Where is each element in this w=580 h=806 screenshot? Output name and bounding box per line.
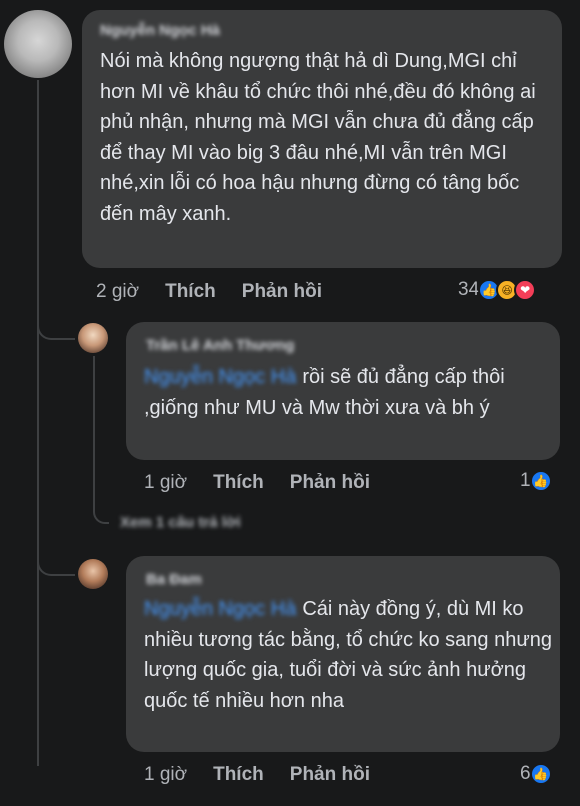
reply-text: Nguyễn Ngọc Hà rồi sẽ đủ đẳng cấp thôi ,g…: [144, 362, 554, 423]
reply-actions: 1 giờ Thích Phản hồi: [144, 764, 396, 786]
like-button[interactable]: Thích: [213, 472, 264, 493]
like-icon: 👍: [529, 763, 552, 785]
reaction-summary[interactable]: 1 👍: [520, 470, 552, 492]
mention-link[interactable]: Nguyễn Ngọc Hà: [144, 366, 296, 388]
avatar[interactable]: [78, 323, 108, 353]
avatar[interactable]: [78, 559, 108, 589]
thread-branch: [37, 540, 75, 576]
reply-button[interactable]: Phản hồi: [290, 472, 370, 493]
reply-time[interactable]: 1 giờ: [144, 764, 187, 785]
reaction-count: 6: [520, 763, 531, 784]
reply-actions: 1 giờ Thích Phản hồi: [144, 472, 396, 494]
like-icon: 👍: [529, 470, 552, 492]
reply-author[interactable]: Ba Đam: [146, 571, 202, 588]
thread-line: [37, 80, 39, 766]
mention-link[interactable]: Nguyễn Ngọc Hà: [144, 598, 296, 620]
reply-time[interactable]: 1 giờ: [144, 472, 187, 493]
view-more-replies[interactable]: Xem 1 câu trả lời: [120, 514, 241, 531]
comment-text: Nói mà không ngượng thật hả dì Dung,MGI …: [100, 50, 536, 225]
comment-time[interactable]: 2 giờ: [96, 281, 139, 302]
reply-author[interactable]: Trần Lê Anh Thương: [146, 337, 294, 354]
love-icon: ❤: [514, 279, 537, 301]
thread-branch: [93, 356, 109, 524]
comment-actions: 2 giờ Thích Phản hồi: [96, 281, 348, 303]
reaction-count: 34: [458, 279, 480, 300]
reply-text: Nguyễn Ngọc Hà Cái này đồng ý, dù MI ko n…: [144, 594, 554, 716]
avatar[interactable]: [4, 10, 72, 78]
reaction-summary[interactable]: 34 👍 😆 ❤: [458, 279, 537, 301]
thread-branch: [37, 300, 75, 340]
reaction-count: 1: [520, 470, 531, 491]
like-button[interactable]: Thích: [165, 281, 216, 302]
reaction-summary[interactable]: 6 👍: [520, 763, 552, 785]
reply-button[interactable]: Phản hồi: [242, 281, 322, 302]
reply-button[interactable]: Phản hồi: [290, 764, 370, 785]
comment-author[interactable]: Nguyễn Ngọc Hà: [100, 22, 220, 39]
like-button[interactable]: Thích: [213, 764, 264, 785]
